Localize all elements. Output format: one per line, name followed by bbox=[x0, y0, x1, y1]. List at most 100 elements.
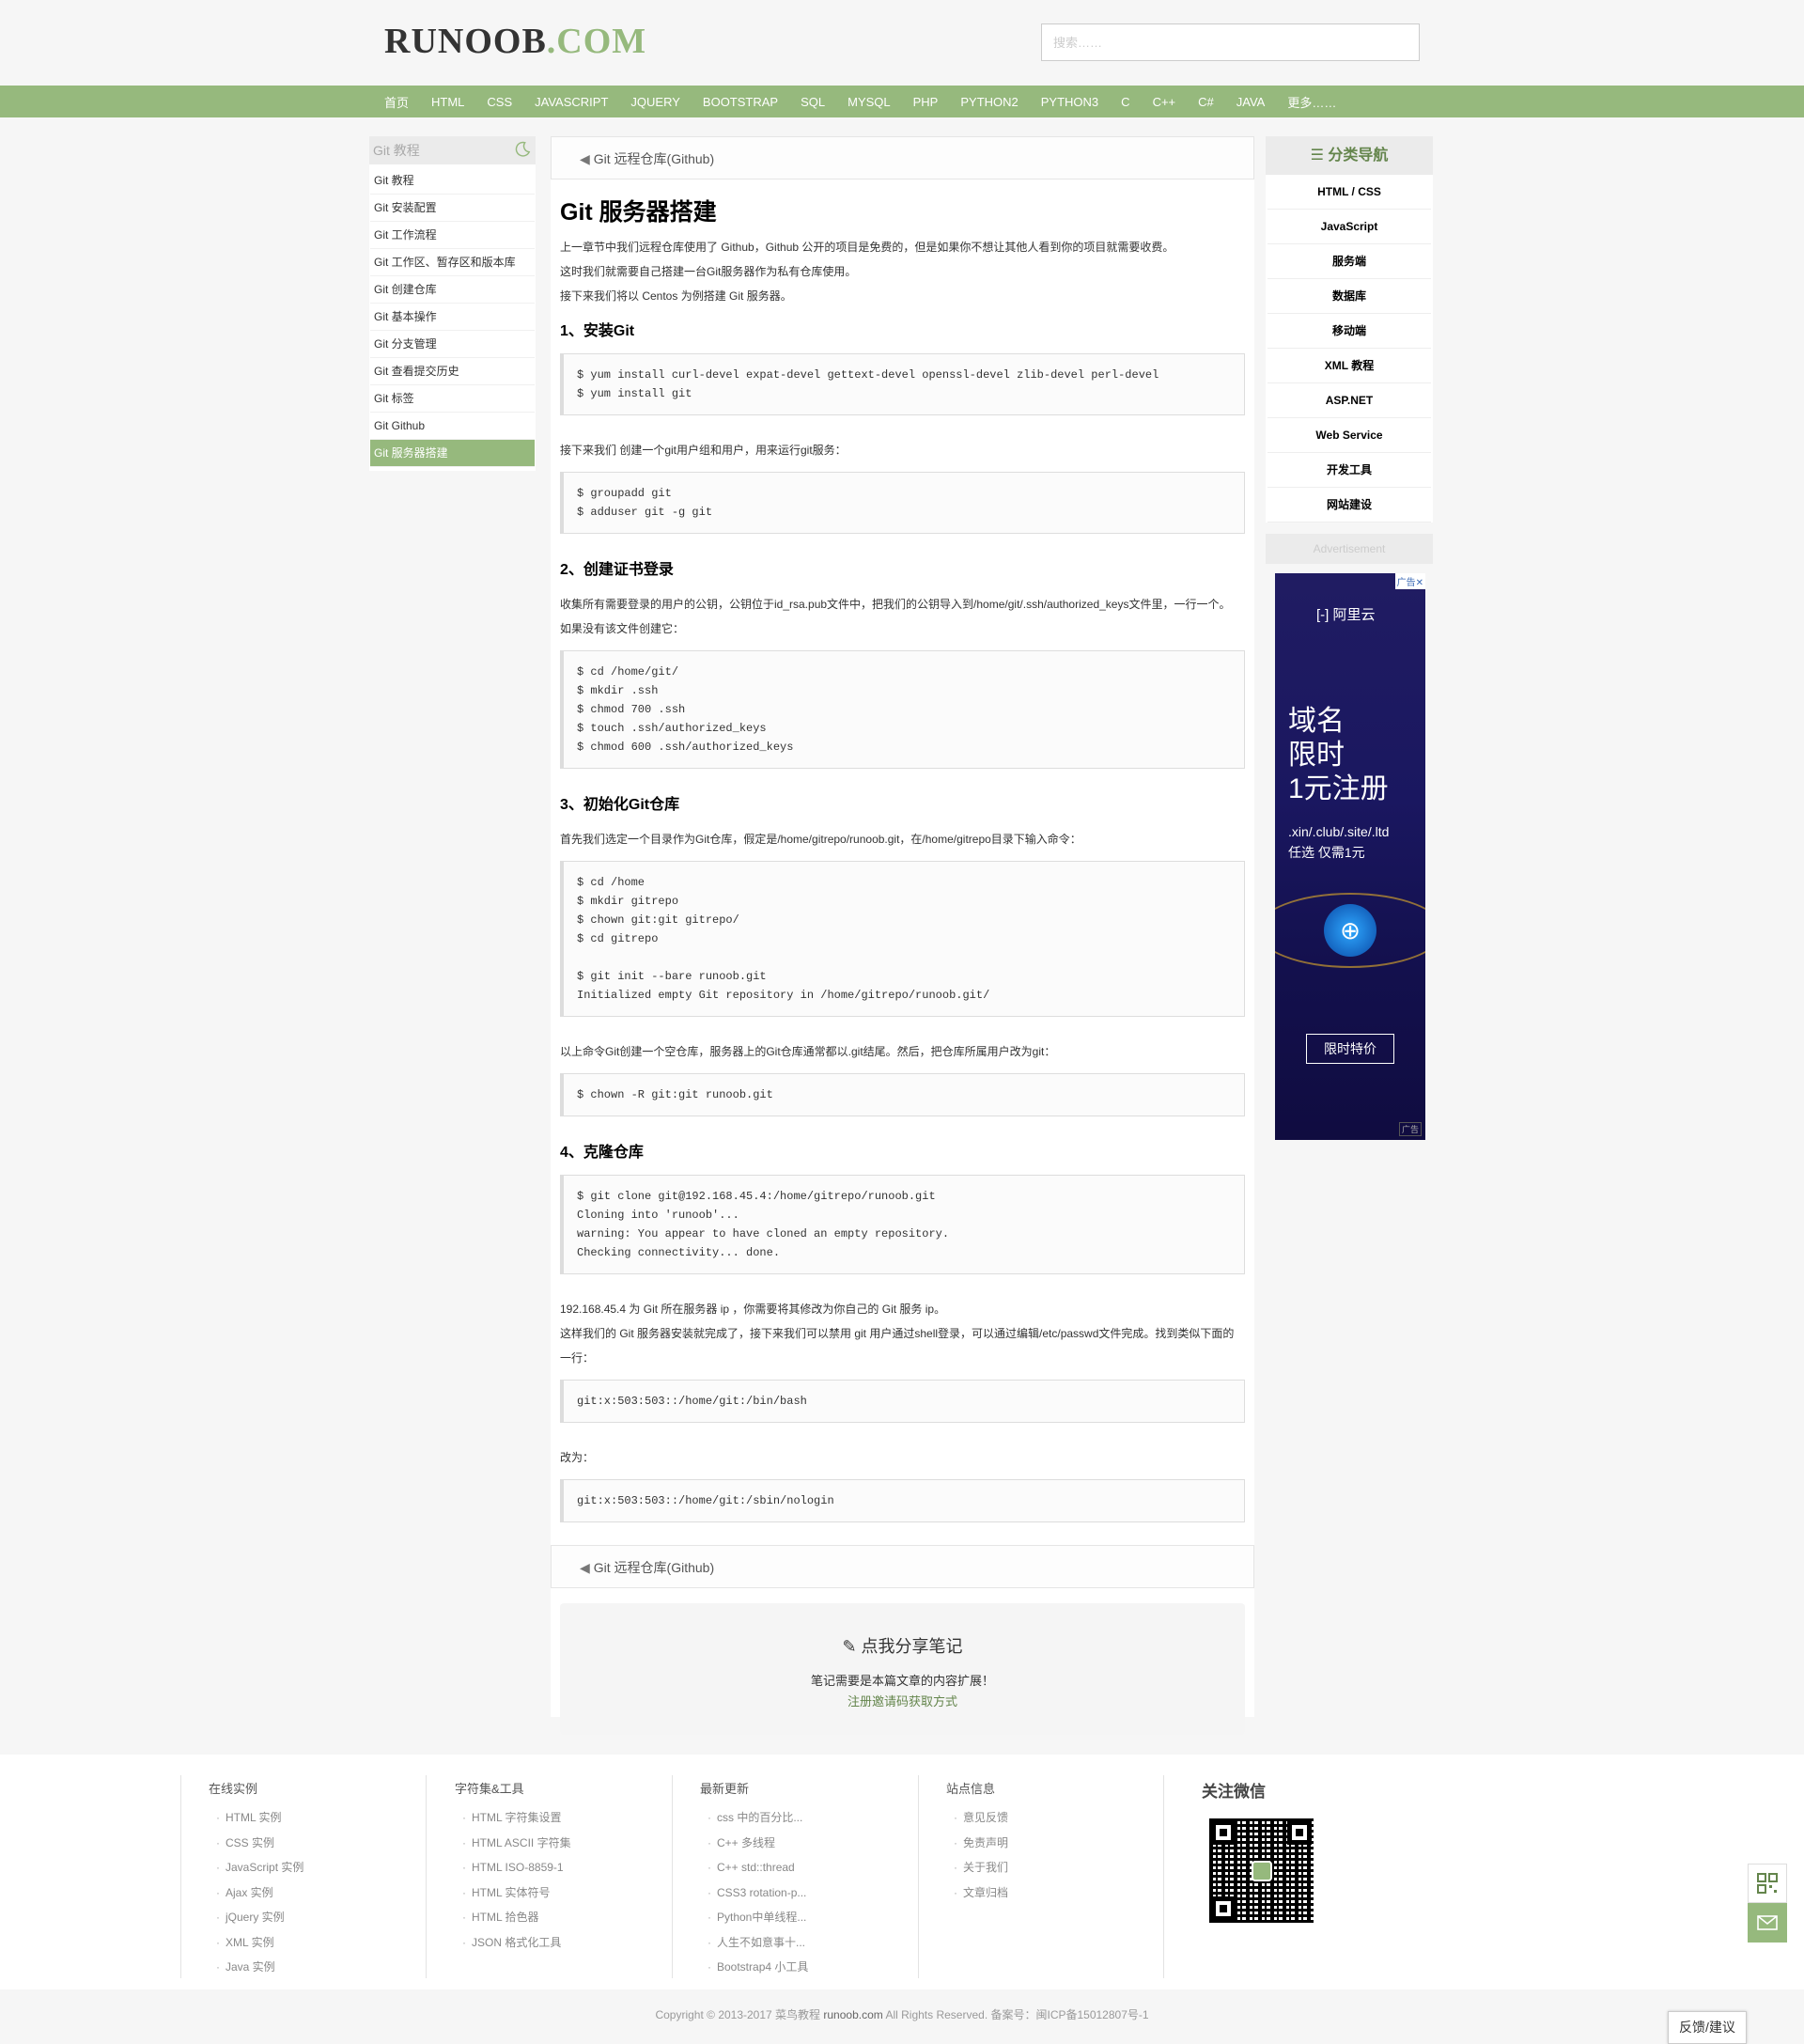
nav-link[interactable]: MYSQL bbox=[848, 95, 891, 109]
nav-link[interactable]: PHP bbox=[913, 95, 939, 109]
category-item[interactable]: ASP.NET bbox=[1267, 383, 1431, 418]
footer-link[interactable]: 人生不如意事十... bbox=[700, 1930, 808, 1956]
nav-link[interactable]: 更多…… bbox=[1287, 93, 1336, 111]
sidebar-item[interactable]: Git 查看提交历史 bbox=[370, 358, 535, 385]
footer-link[interactable]: jQuery 实例 bbox=[209, 1905, 303, 1930]
feedback-button[interactable]: 反馈/建议 bbox=[1668, 2011, 1747, 2044]
sidebar-item[interactable]: Git 教程 bbox=[370, 167, 535, 195]
tutorial-sidebar: Git 教程 Git 教程 Git 安装配置 Git 工作流程 Git 工作区、暂存区… bbox=[369, 136, 536, 471]
nav-link[interactable]: PYTHON2 bbox=[960, 95, 1018, 109]
copyright-site[interactable]: runoob.com bbox=[823, 2008, 882, 2021]
site-footer: 在线实例 HTML 实例CSS 实例JavaScript 实例Ajax 实例jQu… bbox=[0, 1755, 1804, 1989]
code-block: $ chown -R git:git runoob.git bbox=[560, 1073, 1245, 1116]
sidebar-item[interactable]: Git 创建仓库 bbox=[370, 276, 535, 304]
ad-subtext: .xin/.club/.site/.ltd 任选 仅需1元 bbox=[1288, 821, 1389, 863]
nav-link[interactable]: SQL bbox=[801, 95, 825, 109]
nav-link[interactable]: PYTHON3 bbox=[1041, 95, 1098, 109]
category-item[interactable]: HTML / CSS bbox=[1267, 175, 1431, 210]
category-item[interactable]: Web Service bbox=[1267, 418, 1431, 453]
moon-icon[interactable] bbox=[514, 141, 531, 158]
footer-link[interactable]: HTML ASCII 字符集 bbox=[455, 1831, 571, 1856]
footer-divider bbox=[918, 1775, 919, 1978]
ad-cta-button[interactable]: 限时特价 bbox=[1306, 1034, 1394, 1064]
nav-link[interactable]: C bbox=[1121, 95, 1129, 109]
footer-link[interactable]: HTML 实例 bbox=[209, 1805, 303, 1831]
footer-link[interactable]: Ajax 实例 bbox=[209, 1880, 303, 1906]
sidebar-item[interactable]: Git Github bbox=[370, 413, 535, 440]
ad-banner[interactable]: 广告✕ [-] 阿里云 域名 限时 1元注册 .xin/.club/.site/… bbox=[1275, 573, 1425, 1140]
footer-link[interactable]: Bootstrap4 小工具 bbox=[700, 1955, 808, 1980]
nav-link[interactable]: JQUERY bbox=[630, 95, 680, 109]
category-header: ☰ 分类导航 bbox=[1266, 136, 1433, 175]
footer-link[interactable]: css 中的百分比... bbox=[700, 1805, 808, 1831]
article-main: ◀ Git 远程仓库(Github) Git 服务器搭建 上一章节中我们远程仓库使… bbox=[551, 136, 1254, 1735]
close-icon[interactable]: ✕ bbox=[1416, 578, 1423, 588]
wechat-title: 关注微信 bbox=[1202, 1783, 1266, 1801]
category-item[interactable]: XML 教程 bbox=[1267, 349, 1431, 383]
search-input[interactable] bbox=[1041, 23, 1420, 61]
qrcode-float-button[interactable] bbox=[1748, 1864, 1787, 1903]
footer-link[interactable]: XML 实例 bbox=[209, 1930, 303, 1956]
category-item[interactable]: 网站建设 bbox=[1267, 488, 1431, 523]
qrcode-icon bbox=[1757, 1873, 1778, 1894]
invite-code-link[interactable]: 注册邀请码获取方式 bbox=[848, 1694, 957, 1709]
category-item[interactable]: JavaScript bbox=[1267, 210, 1431, 244]
sidebar-item[interactable]: Git 服务器搭建 bbox=[370, 440, 535, 467]
footer-link[interactable]: C++ std::thread bbox=[700, 1855, 808, 1880]
category-item[interactable]: 服务端 bbox=[1267, 244, 1431, 279]
nav-link[interactable]: JAVA bbox=[1236, 95, 1266, 109]
footer-column-title: 在线实例 bbox=[209, 1782, 258, 1796]
article-title: Git 服务器搭建 bbox=[560, 199, 717, 226]
category-item[interactable]: 移动端 bbox=[1267, 314, 1431, 349]
sidebar-item[interactable]: Git 安装配置 bbox=[370, 195, 535, 222]
sidebar-item[interactable]: Git 工作区、暂存区和版本库 bbox=[370, 249, 535, 276]
share-note-button[interactable]: ✎ 点我分享笔记 bbox=[560, 1633, 1245, 1658]
ad-badge[interactable]: 广告✕ bbox=[1394, 573, 1425, 589]
qr-logo bbox=[1252, 1861, 1272, 1881]
footer-link[interactable]: Java 实例 bbox=[209, 1955, 303, 1980]
footer-link[interactable]: CSS 实例 bbox=[209, 1831, 303, 1856]
aliyun-logo-icon: [-] bbox=[1316, 607, 1333, 623]
section-heading: 2、创建证书登录 bbox=[560, 562, 674, 578]
ad-subtext-line: .xin/.club/.site/.ltd bbox=[1288, 824, 1390, 839]
code-block: $ cd /home $ mkdir gitrepo $ chown git:g… bbox=[560, 861, 1245, 1017]
sidebar-header: Git 教程 bbox=[369, 136, 536, 164]
footer-link[interactable]: 免责声明 bbox=[946, 1831, 1008, 1856]
email-float-button[interactable] bbox=[1748, 1903, 1787, 1943]
sidebar-item[interactable]: Git 标签 bbox=[370, 385, 535, 413]
footer-link[interactable]: Python中单线程... bbox=[700, 1905, 808, 1930]
nav-link[interactable]: 首页 bbox=[384, 93, 409, 111]
prev-article-bar-bottom: ◀ Git 远程仓库(Github) bbox=[551, 1545, 1254, 1588]
nav-link[interactable]: C# bbox=[1198, 95, 1214, 109]
footer-link[interactable]: JavaScript 实例 bbox=[209, 1855, 303, 1880]
mail-icon bbox=[1757, 1915, 1778, 1930]
nav-link[interactable]: C++ bbox=[1153, 95, 1176, 109]
nav-link[interactable]: BOOTSTRAP bbox=[703, 95, 778, 109]
category-item[interactable]: 数据库 bbox=[1267, 279, 1431, 314]
footer-link[interactable]: HTML 拾色器 bbox=[455, 1905, 571, 1930]
site-logo[interactable]: RUNOOB.COM bbox=[384, 21, 646, 62]
nav-link[interactable]: HTML bbox=[431, 95, 464, 109]
prev-article-link[interactable]: ◀ Git 远程仓库(Github) bbox=[580, 151, 714, 166]
category-item[interactable]: 开发工具 bbox=[1267, 453, 1431, 488]
footer-link[interactable]: 意见反馈 bbox=[946, 1805, 1008, 1831]
sidebar-item[interactable]: Git 分支管理 bbox=[370, 331, 535, 358]
footer-link[interactable]: JSON 格式化工具 bbox=[455, 1930, 571, 1956]
footer-link[interactable]: HTML ISO-8859-1 bbox=[455, 1855, 571, 1880]
footer-link[interactable]: C++ 多线程 bbox=[700, 1831, 808, 1856]
prev-article-link-bottom[interactable]: ◀ Git 远程仓库(Github) bbox=[580, 1560, 714, 1575]
footer-link[interactable]: 文章归档 bbox=[946, 1880, 1008, 1906]
footer-link[interactable]: CSS3 rotation-p... bbox=[700, 1880, 808, 1906]
sidebar-item[interactable]: Git 基本操作 bbox=[370, 304, 535, 331]
copyright: Copyright © 2013-2017 菜鸟教程 runoob.com Al… bbox=[0, 2006, 1804, 2022]
site-header: RUNOOB.COM bbox=[0, 0, 1804, 85]
footer-link[interactable]: HTML 实体符号 bbox=[455, 1880, 571, 1906]
nav-link[interactable]: JAVASCRIPT bbox=[535, 95, 608, 109]
footer-link[interactable]: HTML 字符集设置 bbox=[455, 1805, 571, 1831]
paragraph: 首先我们选定一个目录作为Git仓库，假定是/home/gitrepo/runoo… bbox=[560, 833, 1081, 846]
footer-column-title: 字符集&工具 bbox=[455, 1782, 524, 1796]
footer-link[interactable]: 关于我们 bbox=[946, 1855, 1008, 1880]
nav-link[interactable]: CSS bbox=[487, 95, 512, 109]
code-block: git:x:503:503::/home/git:/bin/bash bbox=[560, 1380, 1245, 1423]
sidebar-item[interactable]: Git 工作流程 bbox=[370, 222, 535, 249]
